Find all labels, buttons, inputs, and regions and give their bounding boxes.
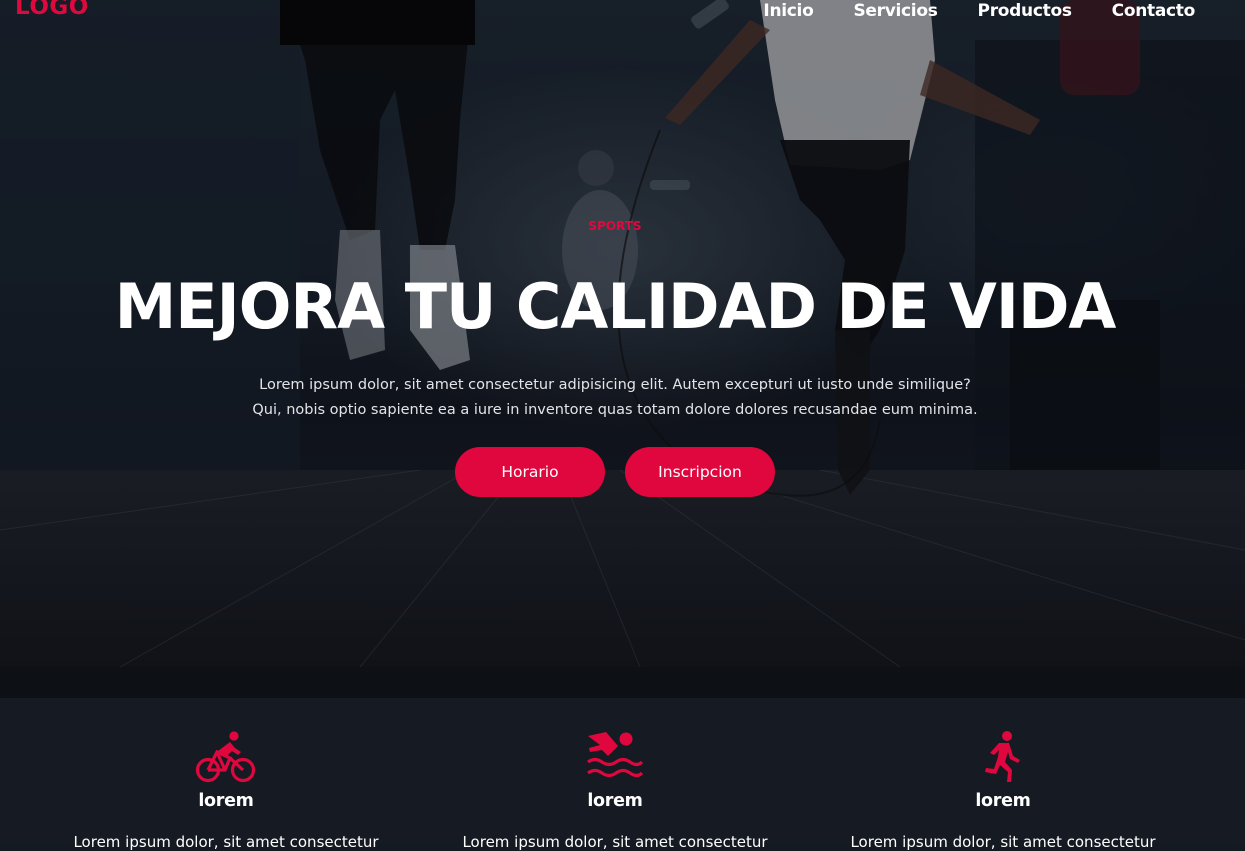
nav-item-productos[interactable]: Productos	[978, 1, 1072, 21]
horario-button[interactable]: Horario	[455, 447, 605, 497]
feature-title: lorem	[587, 791, 643, 811]
swimming-icon	[587, 732, 644, 778]
inscripcion-button[interactable]: Inscripcion	[625, 447, 775, 497]
logo[interactable]: LOGO	[15, 0, 89, 20]
feature-title: lorem	[975, 791, 1031, 811]
hero-lead: Lorem ipsum dolor, sit amet consectetur …	[0, 373, 1230, 423]
main-nav: Inicio Servicios Productos Contacto	[723, 1, 1195, 21]
running-icon	[985, 731, 1020, 782]
feature-text: Lorem ipsum dolor, sit amet consectetur	[850, 833, 1156, 851]
bicycle-icon	[195, 731, 256, 783]
hero-lead-line-1: Lorem ipsum dolor, sit amet consectetur …	[259, 377, 971, 393]
section-divider	[0, 667, 1245, 698]
feature-text: Lorem ipsum dolor, sit amet consectetur	[462, 833, 768, 851]
hero-lead-line-2: Qui, nobis optio sapiente ea a iure in i…	[252, 402, 978, 418]
hero-kicker: SPORTS	[588, 219, 642, 233]
features-section: lorem Lorem ipsum dolor, sit amet consec…	[0, 698, 1245, 851]
feature-text: Lorem ipsum dolor, sit amet consectetur	[73, 833, 379, 851]
feature-title: lorem	[198, 791, 254, 811]
nav-item-servicios[interactable]: Servicios	[853, 1, 937, 21]
nav-item-inicio[interactable]: Inicio	[763, 1, 813, 21]
nav-item-contacto[interactable]: Contacto	[1112, 1, 1196, 21]
hero-headline: MEJORA TU CALIDAD DE VIDA	[114, 270, 1117, 343]
